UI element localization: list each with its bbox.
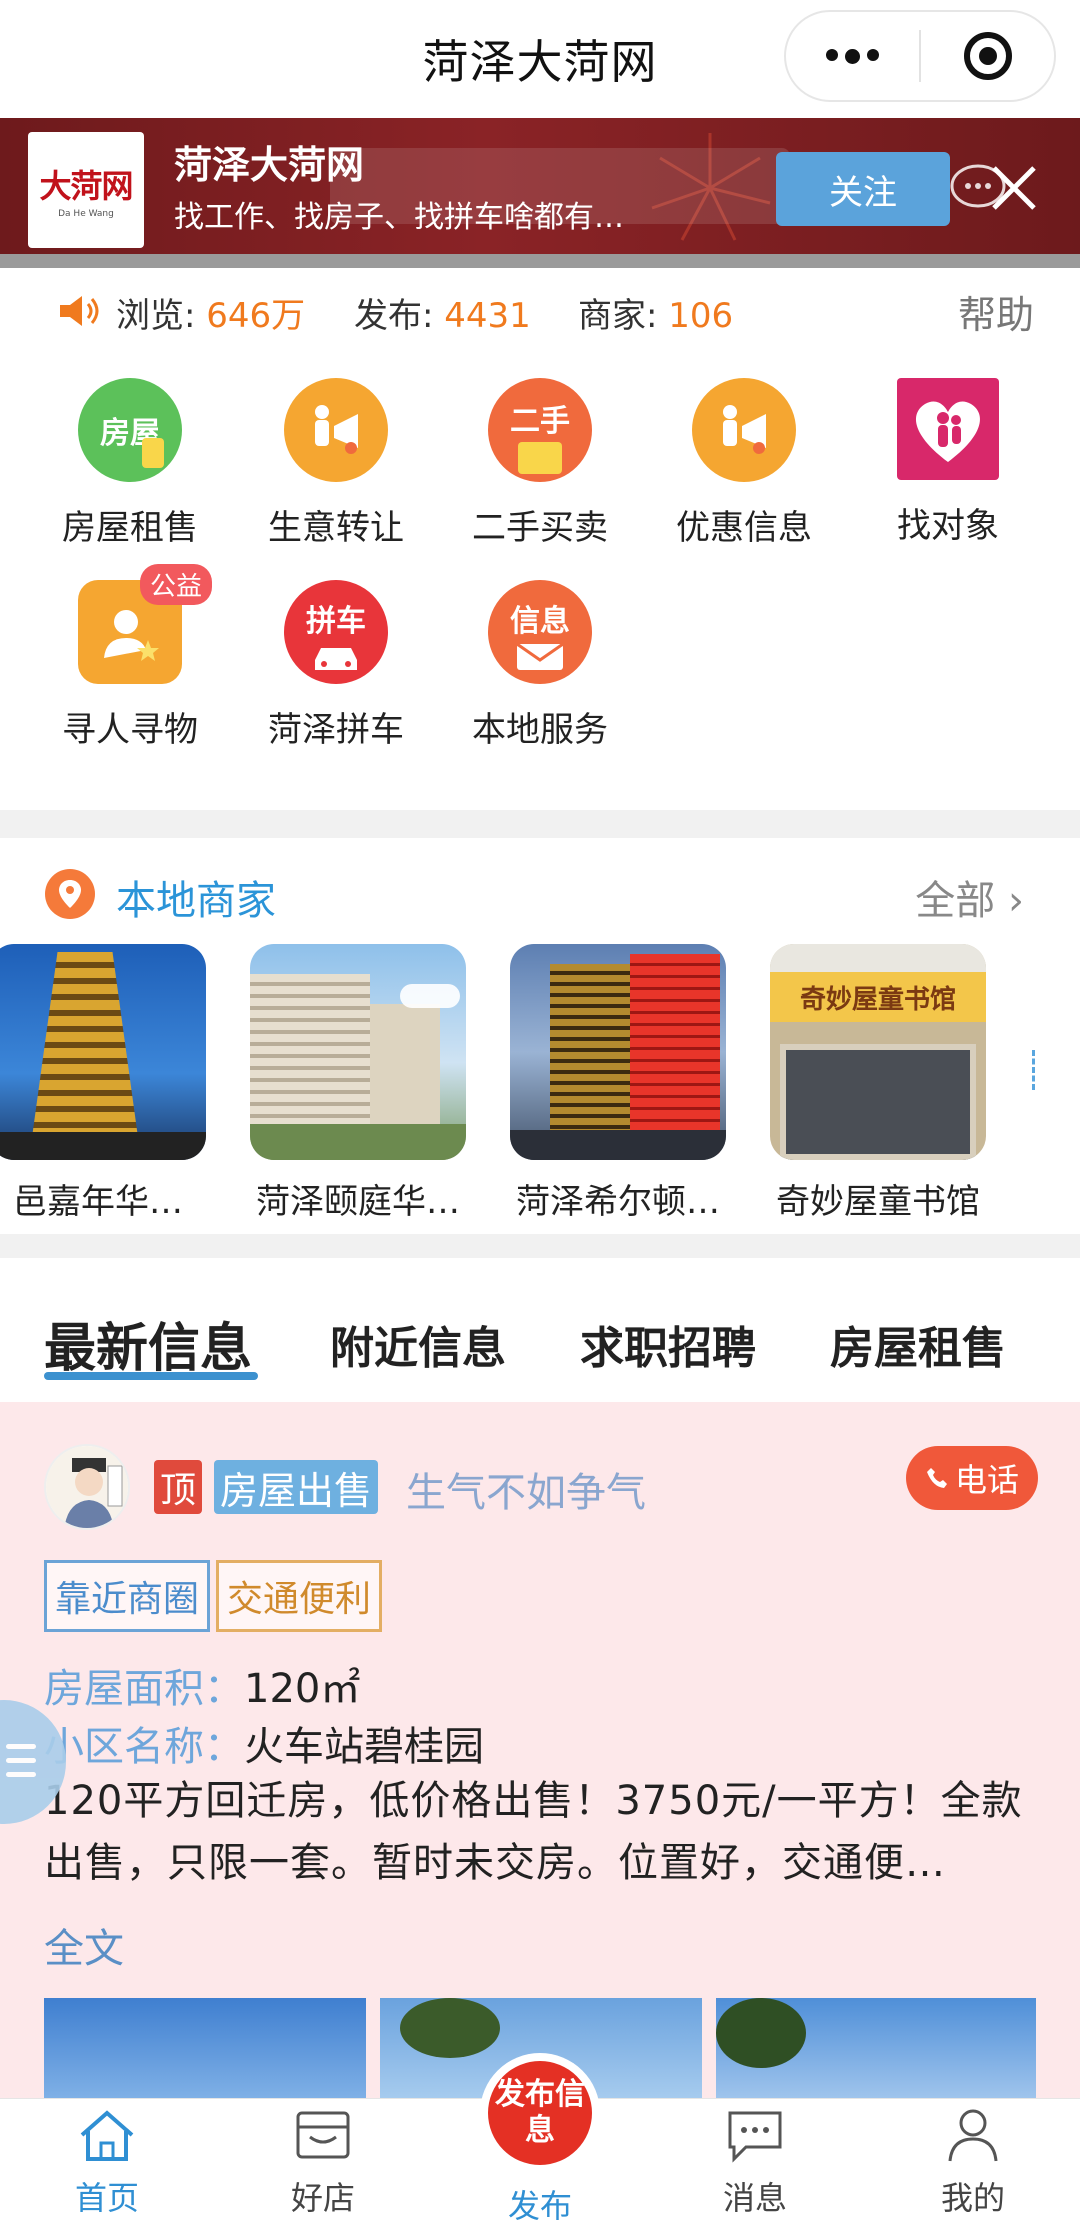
follow-button[interactable]: 关注 [776, 152, 950, 226]
banner-subtitle: 找工作、找房子、找拼车啥都有… [174, 200, 624, 235]
merchant-name: 菏泽希尔顿… [516, 1182, 720, 1222]
category-house-rental[interactable]: 房屋 房屋租售 [28, 378, 232, 549]
area-field: 房屋面积：120㎡ [44, 1666, 361, 1712]
tab-nearby[interactable]: 附近信息 [330, 1312, 506, 1376]
merchant-photo [0, 944, 206, 1160]
house-icon: 房屋 [78, 378, 182, 482]
section-divider [0, 1234, 1080, 1258]
feature-tag: 交通便利 [216, 1560, 383, 1632]
listing-photo[interactable] [44, 1998, 366, 2098]
megaphone-icon [284, 378, 388, 482]
merchant-card[interactable]: 菏泽颐庭华… [250, 944, 466, 1223]
merchant-card[interactable]: 菏泽希尔顿… [510, 944, 726, 1223]
nav-messages[interactable]: 消息 [680, 2107, 830, 2219]
follow-banner: 大菏网 Da He Wang 菏泽大菏网 找工作、找房子、找拼车啥都有… 关注 [0, 118, 1080, 268]
community-field: 小区名称：火车站碧桂园 [44, 1724, 484, 1770]
scroll-hint [1032, 1050, 1036, 1090]
tab-housing[interactable]: 房屋租售 [830, 1312, 1006, 1376]
category-business-transfer[interactable]: 生意转让 [234, 378, 438, 549]
miniprogram-capsule [784, 10, 1056, 102]
heart-couple-icon [897, 378, 999, 480]
feature-tag: 靠近商圈 [44, 1560, 211, 1632]
pinned-tag: 顶 [154, 1460, 202, 1514]
listing-card[interactable]: 顶 房屋出售 生气不如争气 电话 靠近商圈 交通便利 房屋面积：120㎡ 小区名… [0, 1402, 1080, 2098]
help-link[interactable]: 帮助 [958, 284, 1034, 339]
promotion-megaphone-icon [692, 378, 796, 482]
category-carpool[interactable]: 拼车 菏泽拼车 [234, 580, 438, 751]
merchants-header: 本地商家 全部 › [0, 838, 1080, 948]
envelope-icon: 信息 [488, 580, 592, 684]
merchant-name: 邑嘉年华… [13, 1182, 183, 1222]
title-bar: 菏泽大菏网 [0, 0, 1080, 118]
home-icon [80, 2110, 134, 2161]
nav-home[interactable]: 首页 [32, 2107, 182, 2219]
target-icon [963, 32, 1012, 80]
close-icon[interactable] [984, 158, 1044, 218]
nav-publish-label[interactable]: 发布 [480, 2181, 600, 2226]
merchants-all-link[interactable]: 全部 › [915, 868, 1024, 926]
full-text-link[interactable]: 全文 [44, 1916, 124, 1974]
listing-photo[interactable] [716, 1998, 1036, 2098]
category-lost-found[interactable]: 公益 寻人寻物 [28, 564, 232, 751]
person-search-icon: 公益 [78, 564, 212, 684]
category-dating[interactable]: 找对象 [846, 378, 1050, 547]
category-second-hand[interactable]: 二手 二手买卖 [438, 378, 642, 549]
nav-mine[interactable]: 我的 [898, 2107, 1048, 2219]
charity-badge: 公益 [139, 564, 212, 605]
merchant-card[interactable]: 邑嘉年华… [0, 944, 206, 1223]
shop-icon [296, 2111, 350, 2159]
location-pin-icon [45, 869, 95, 919]
car-icon: 拼车 [284, 580, 388, 684]
user-icon [948, 2109, 998, 2162]
stats-bar: 浏览: 646万 发布: 4431 商家: 106 帮助 [0, 270, 1080, 354]
merchants-title: 本地商家 [116, 878, 276, 924]
second-hand-icon: 二手 [488, 378, 592, 482]
more-menu-button[interactable] [786, 12, 919, 100]
shop-sign: 奇妙屋童书馆 [770, 972, 986, 1022]
app-page: 菏泽大菏网 大菏网 Da He Wang 菏泽大菏网 找工作、找房子、找拼车啥都… [0, 0, 1080, 2226]
publish-button[interactable]: 发布信息 [480, 2053, 600, 2173]
call-button[interactable]: 电话 [906, 1446, 1038, 1510]
call-label: 电话 [954, 1461, 1019, 1499]
merchant-photo [510, 944, 726, 1160]
merchant-photo: 奇妙屋童书馆 [770, 944, 986, 1160]
banner-title: 菏泽大菏网 [174, 143, 365, 187]
tab-jobs[interactable]: 求职招聘 [580, 1312, 756, 1376]
poster-nickname: 生气不如争气 [406, 1470, 646, 1516]
phone-icon [926, 1468, 947, 1488]
brand-logo: 大菏网 Da He Wang [28, 132, 144, 248]
more-dots-icon [826, 48, 879, 64]
merchant-name: 奇妙屋童书馆 [776, 1182, 980, 1222]
close-miniprogram-button[interactable] [921, 12, 1054, 100]
avatar[interactable] [44, 1444, 130, 1530]
listing-description: 120平方回迁房，低价格出售！3750元/一平方！全款出售，只限一套。暂时未交房… [44, 1778, 1023, 1886]
speaker-icon [60, 296, 99, 326]
category-tag: 房屋出售 [214, 1460, 379, 1514]
merchant-photo [250, 944, 466, 1160]
merchant-name: 菏泽颐庭华… [256, 1182, 460, 1222]
category-discounts[interactable]: 优惠信息 [642, 378, 846, 549]
section-divider [0, 810, 1080, 838]
page-title: 菏泽大菏网 [422, 35, 658, 89]
bottom-nav: 首页 好店 发布信息 发布 消息 我的 [0, 2053, 1080, 2226]
category-local-services[interactable]: 信息 本地服务 [438, 580, 642, 751]
merchants-stat: 商家: 106 [578, 296, 734, 336]
posts-stat: 发布: 4431 [354, 296, 531, 336]
message-icon [728, 2111, 782, 2163]
tab-latest[interactable]: 最新信息 [44, 1306, 252, 1381]
nav-shops[interactable]: 好店 [248, 2107, 398, 2219]
active-tab-indicator [44, 1372, 258, 1380]
merchant-card[interactable]: 奇妙屋童书馆 奇妙屋童书馆 [770, 944, 986, 1223]
views-stat: 浏览: 646万 [116, 296, 306, 336]
